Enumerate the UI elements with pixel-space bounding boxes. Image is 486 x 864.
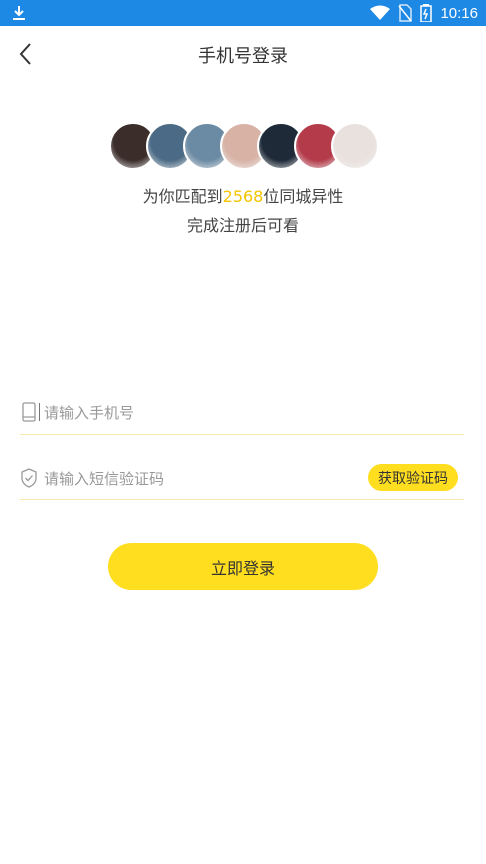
match-suffix: 位同城异性 xyxy=(263,187,344,206)
avatar xyxy=(331,122,379,170)
wifi-icon xyxy=(370,5,391,20)
app-header: 手机号登录 xyxy=(0,26,486,82)
no-sim-icon xyxy=(398,4,413,22)
phone-icon xyxy=(22,402,36,422)
login-button[interactable]: 立即登录 xyxy=(108,543,378,590)
avatar-strip xyxy=(109,122,384,172)
text-caret xyxy=(39,403,40,421)
phone-input[interactable] xyxy=(42,394,376,432)
match-text: 为你匹配到2568位同城异性 xyxy=(0,183,486,207)
phone-row xyxy=(20,392,464,435)
match-subtitle: 完成注册后可看 xyxy=(186,216,299,235)
get-code-button[interactable]: 获取验证码 xyxy=(368,464,458,491)
status-bar: 10:16 xyxy=(0,0,486,26)
match-prefix: 为你匹配到 xyxy=(142,187,223,206)
download-icon xyxy=(13,6,25,20)
status-time: 10:16 xyxy=(440,4,478,22)
match-count: 2568 xyxy=(222,187,264,206)
code-row: 获取验证码 xyxy=(20,458,464,500)
page-title: 手机号登录 xyxy=(198,46,288,67)
shield-check-icon xyxy=(21,468,37,488)
sms-code-input[interactable] xyxy=(42,460,376,498)
battery-icon xyxy=(420,4,433,22)
